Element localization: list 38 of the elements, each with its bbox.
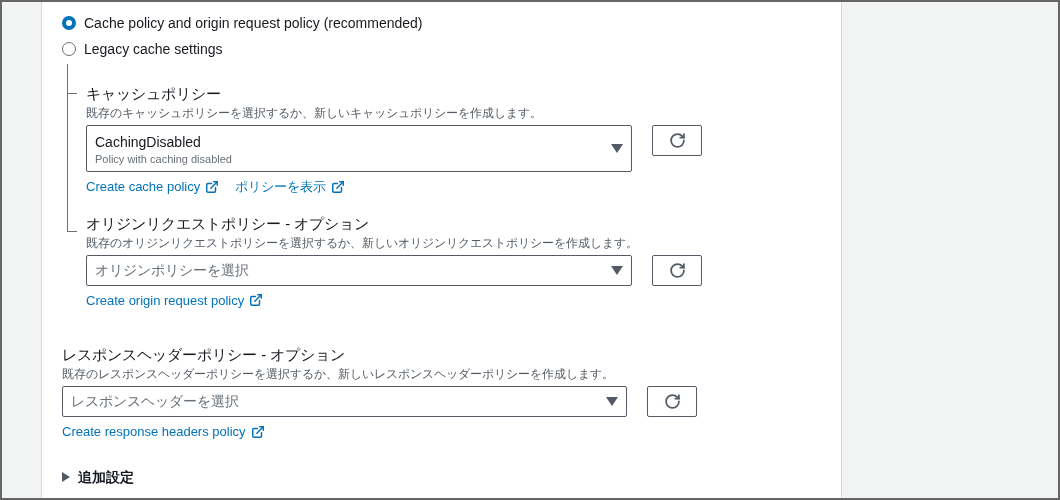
refresh-icon	[668, 261, 686, 279]
refresh-button[interactable]	[647, 386, 697, 417]
dropdown-caret-icon	[611, 265, 623, 275]
external-link-icon	[205, 179, 220, 194]
select-value: CachingDisabled	[95, 132, 202, 152]
radio-button[interactable]	[62, 16, 76, 30]
expand-caret-icon	[62, 472, 70, 482]
radio-label: Cache policy and origin request policy (recommended)	[84, 13, 423, 33]
field-description: 既存のレスポンスヘッダーポリシーを選択するか、新しいレスポンスヘッダーポリシーを作成します。	[62, 366, 615, 383]
select-detail: Policy with caching disabled	[95, 151, 232, 166]
field-label: オリジンリクエストポリシー - オプション	[86, 213, 371, 234]
external-link[interactable]: Create response headers policy	[62, 422, 265, 442]
radio-label: Legacy cache settings	[84, 39, 223, 59]
policy-select[interactable]: オリジンポリシーを選択	[86, 254, 632, 286]
policy-select[interactable]: CachingDisabled Policy with caching disabled	[86, 125, 632, 172]
refresh-icon	[663, 393, 681, 410]
select-placeholder: レスポンスヘッダーを選択	[71, 392, 239, 411]
field-description: 既存のオリジンリクエストポリシーを選択するか、新しいオリジンリクエストポリシーを作成します。	[86, 234, 639, 252]
refresh-icon	[668, 132, 686, 149]
external-link-icon	[331, 179, 346, 194]
expand-toggle[interactable]: 追加設定	[62, 466, 134, 488]
external-link[interactable]: ポリシーを表示	[235, 177, 346, 197]
policy-select[interactable]: レスポンスヘッダーを選択	[62, 386, 627, 417]
radio-option[interactable]: Cache policy and origin request policy (recommended)	[62, 10, 841, 36]
external-link[interactable]: Create cache policy	[86, 177, 220, 197]
select-placeholder: オリジンポリシーを選択	[95, 260, 249, 280]
field-description: 既存のキャッシュポリシーを選択するか、新しいキャッシュポリシーを作成します。	[86, 105, 543, 122]
external-link[interactable]: Create origin request policy	[86, 290, 264, 310]
dropdown-caret-icon	[606, 397, 618, 406]
external-link-icon	[250, 424, 265, 439]
refresh-button[interactable]	[652, 125, 702, 156]
radio-button[interactable]	[62, 42, 76, 56]
field-label: レスポンスヘッダーポリシー - オプション	[62, 345, 347, 365]
external-link-icon	[249, 293, 264, 308]
refresh-button[interactable]	[652, 254, 702, 286]
dropdown-caret-icon	[611, 144, 623, 153]
radio-option[interactable]: Legacy cache settings	[62, 36, 841, 62]
field-label: キャッシュポリシー	[86, 84, 222, 104]
